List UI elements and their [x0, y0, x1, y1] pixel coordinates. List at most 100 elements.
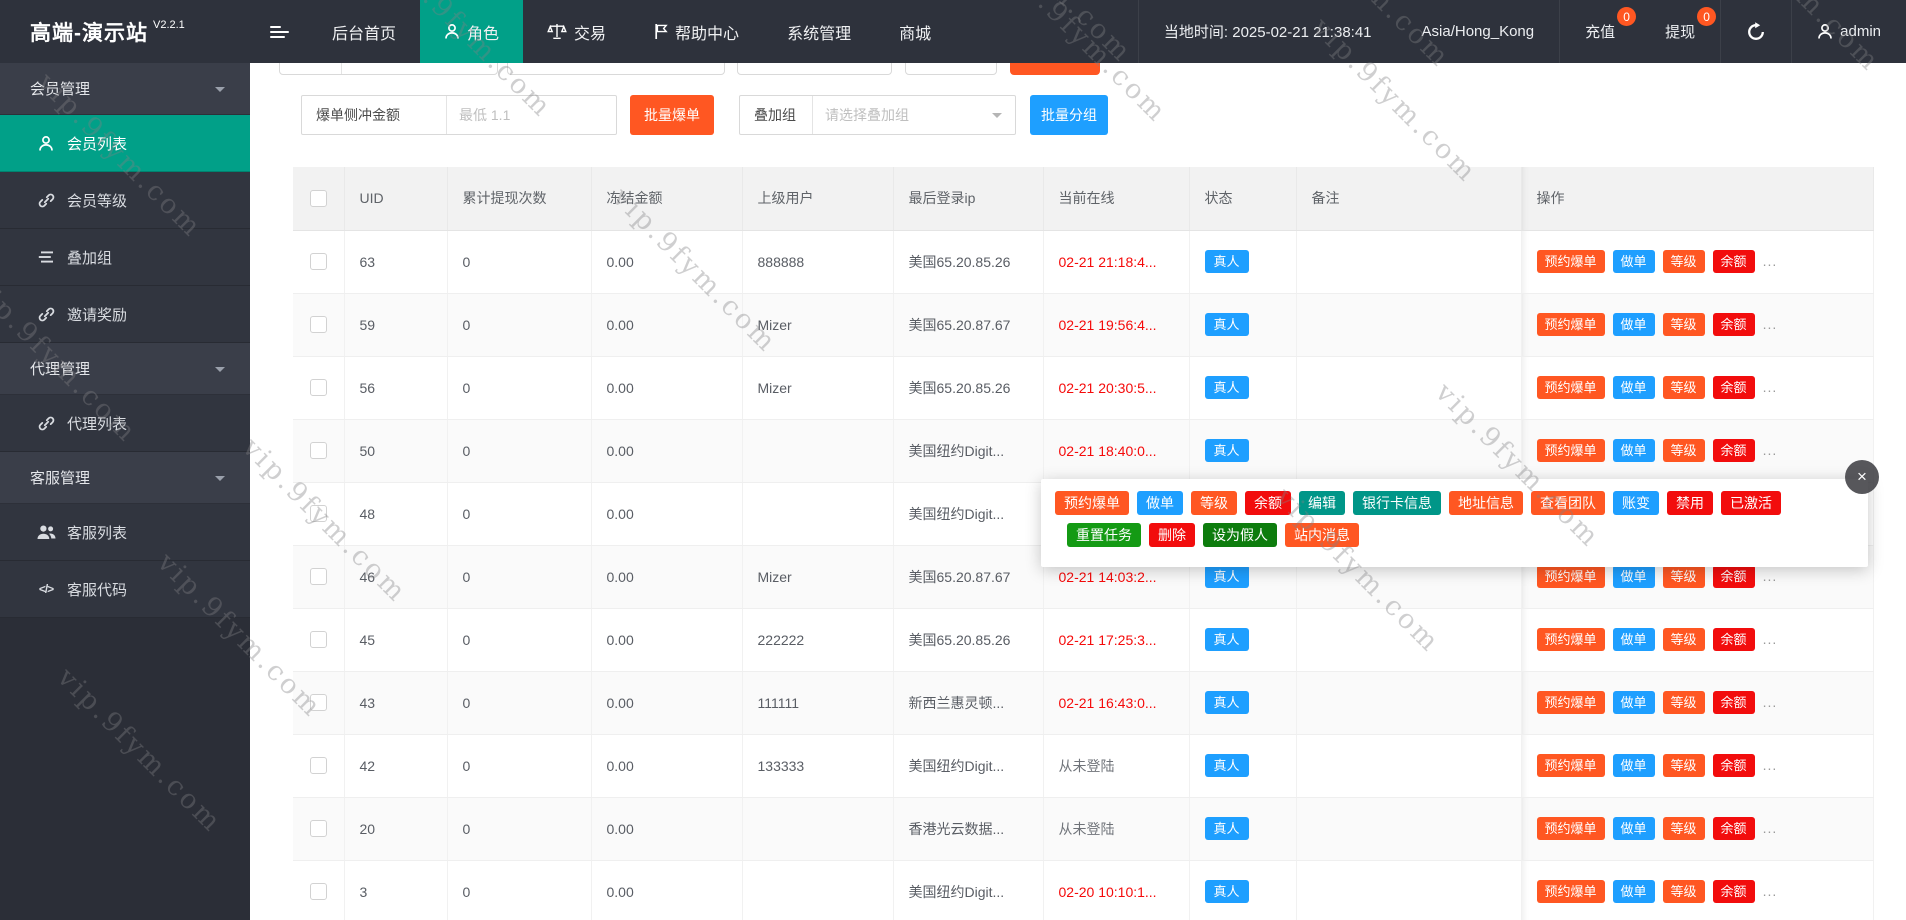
- status-badge[interactable]: 真人: [1205, 376, 1249, 399]
- balance-button[interactable]: 余额: [1713, 376, 1755, 399]
- reserve-burst-button[interactable]: 预约爆单: [1537, 754, 1605, 777]
- reserve-burst-button[interactable]: 预约爆单: [1537, 313, 1605, 336]
- sidebar-item[interactable]: 会员等级: [0, 172, 250, 229]
- more-actions-button[interactable]: ...: [1763, 379, 1778, 395]
- sidebar-item[interactable]: </>客服代码: [0, 561, 250, 618]
- reserve-burst-button[interactable]: 预约爆单: [1537, 628, 1605, 651]
- sidebar-section-1[interactable]: 代理管理: [0, 343, 250, 395]
- sidebar-toggle-button[interactable]: [250, 0, 308, 63]
- sidebar-item[interactable]: 邀请奖励: [0, 286, 250, 343]
- sidebar-section-0[interactable]: 会员管理: [0, 63, 250, 115]
- level-button[interactable]: 等级: [1663, 376, 1705, 399]
- more-actions-button[interactable]: ...: [1763, 316, 1778, 332]
- more-actions-button[interactable]: ...: [1763, 694, 1778, 710]
- status-badge[interactable]: 真人: [1205, 250, 1249, 273]
- stack-group-select[interactable]: 请选择叠加组: [813, 96, 1015, 134]
- level-button[interactable]: 等级: [1663, 754, 1705, 777]
- balance-button[interactable]: 余额: [1713, 439, 1755, 462]
- filter-select-partial[interactable]: [905, 63, 997, 75]
- select-all-checkbox[interactable]: [310, 190, 327, 207]
- sidebar-section-2[interactable]: 客服管理: [0, 452, 250, 504]
- level-button[interactable]: 等级: [1663, 250, 1705, 273]
- batch-group-button[interactable]: 批量分组: [1030, 95, 1108, 135]
- do-order-button[interactable]: 做单: [1613, 376, 1655, 399]
- balance-button[interactable]: 余额: [1713, 313, 1755, 336]
- do-order-button[interactable]: 做单: [1613, 880, 1655, 903]
- popup-action-button[interactable]: 设为假人: [1203, 523, 1277, 547]
- popup-action-button[interactable]: 重置任务: [1067, 523, 1141, 547]
- more-actions-button[interactable]: ...: [1763, 631, 1778, 647]
- row-checkbox[interactable]: [310, 379, 327, 396]
- popup-action-button[interactable]: 已激活: [1721, 491, 1781, 515]
- popup-action-button[interactable]: 站内消息: [1285, 523, 1359, 547]
- row-checkbox[interactable]: [310, 253, 327, 270]
- do-order-button[interactable]: 做单: [1613, 439, 1655, 462]
- more-actions-button[interactable]: ...: [1763, 253, 1778, 269]
- balance-button[interactable]: 余额: [1713, 754, 1755, 777]
- popup-action-button[interactable]: 删除: [1149, 523, 1195, 547]
- popup-action-button[interactable]: 等级: [1191, 491, 1237, 515]
- level-button[interactable]: 等级: [1663, 313, 1705, 336]
- balance-button[interactable]: 余额: [1713, 628, 1755, 651]
- search-button-partial[interactable]: [1010, 63, 1100, 75]
- level-button[interactable]: 等级: [1663, 691, 1705, 714]
- recharge-button[interactable]: 充值 0: [1559, 0, 1640, 63]
- do-order-button[interactable]: 做单: [1613, 250, 1655, 273]
- filter-input-partial-3[interactable]: [737, 63, 892, 75]
- nav-item-3[interactable]: 帮助中心: [630, 0, 763, 63]
- reserve-burst-button[interactable]: 预约爆单: [1537, 880, 1605, 903]
- filter-input-partial-1[interactable]: [279, 63, 498, 75]
- row-checkbox[interactable]: [310, 631, 327, 648]
- popup-action-button[interactable]: 做单: [1137, 491, 1183, 515]
- sidebar-item[interactable]: 会员列表: [0, 115, 250, 172]
- balance-button[interactable]: 余额: [1713, 565, 1755, 588]
- row-checkbox[interactable]: [310, 757, 327, 774]
- row-checkbox[interactable]: [310, 883, 327, 900]
- account-menu[interactable]: admin: [1791, 0, 1906, 63]
- popup-action-button[interactable]: 余额: [1245, 491, 1291, 515]
- nav-item-2[interactable]: 交易: [523, 0, 630, 63]
- sidebar-item[interactable]: 叠加组: [0, 229, 250, 286]
- status-badge[interactable]: 真人: [1205, 817, 1249, 840]
- level-button[interactable]: 等级: [1663, 628, 1705, 651]
- reserve-burst-button[interactable]: 预约爆单: [1537, 817, 1605, 840]
- level-button[interactable]: 等级: [1663, 817, 1705, 840]
- status-badge[interactable]: 真人: [1205, 439, 1249, 462]
- status-badge[interactable]: 真人: [1205, 880, 1249, 903]
- status-badge[interactable]: 真人: [1205, 565, 1249, 588]
- popup-action-button[interactable]: 银行卡信息: [1353, 491, 1441, 515]
- reserve-burst-button[interactable]: 预约爆单: [1537, 376, 1605, 399]
- popup-action-button[interactable]: 查看团队: [1531, 491, 1605, 515]
- more-actions-button[interactable]: ...: [1763, 757, 1778, 773]
- balance-button[interactable]: 余额: [1713, 880, 1755, 903]
- batch-burst-button[interactable]: 批量爆单: [630, 95, 714, 135]
- do-order-button[interactable]: 做单: [1613, 565, 1655, 588]
- status-badge[interactable]: 真人: [1205, 313, 1249, 336]
- row-checkbox[interactable]: [310, 694, 327, 711]
- balance-button[interactable]: 余额: [1713, 250, 1755, 273]
- nav-item-0[interactable]: 后台首页: [308, 0, 420, 63]
- more-actions-button[interactable]: ...: [1763, 568, 1778, 584]
- do-order-button[interactable]: 做单: [1613, 817, 1655, 840]
- level-button[interactable]: 等级: [1663, 439, 1705, 462]
- balance-button[interactable]: 余额: [1713, 817, 1755, 840]
- sidebar-item[interactable]: 客服列表: [0, 504, 250, 561]
- burst-amount-input[interactable]: [447, 96, 616, 134]
- level-button[interactable]: 等级: [1663, 880, 1705, 903]
- row-checkbox[interactable]: [310, 442, 327, 459]
- nav-item-4[interactable]: 系统管理: [763, 0, 875, 63]
- row-checkbox[interactable]: [310, 820, 327, 837]
- row-checkbox[interactable]: [310, 505, 327, 522]
- reserve-burst-button[interactable]: 预约爆单: [1537, 565, 1605, 588]
- do-order-button[interactable]: 做单: [1613, 628, 1655, 651]
- reserve-burst-button[interactable]: 预约爆单: [1537, 250, 1605, 273]
- close-icon[interactable]: ×: [1845, 460, 1879, 494]
- row-checkbox[interactable]: [310, 316, 327, 333]
- status-badge[interactable]: 真人: [1205, 691, 1249, 714]
- filter-input-partial-2[interactable]: [507, 63, 725, 75]
- popup-action-button[interactable]: 编辑: [1299, 491, 1345, 515]
- do-order-button[interactable]: 做单: [1613, 691, 1655, 714]
- reserve-burst-button[interactable]: 预约爆单: [1537, 439, 1605, 462]
- popup-action-button[interactable]: 禁用: [1667, 491, 1713, 515]
- status-badge[interactable]: 真人: [1205, 628, 1249, 651]
